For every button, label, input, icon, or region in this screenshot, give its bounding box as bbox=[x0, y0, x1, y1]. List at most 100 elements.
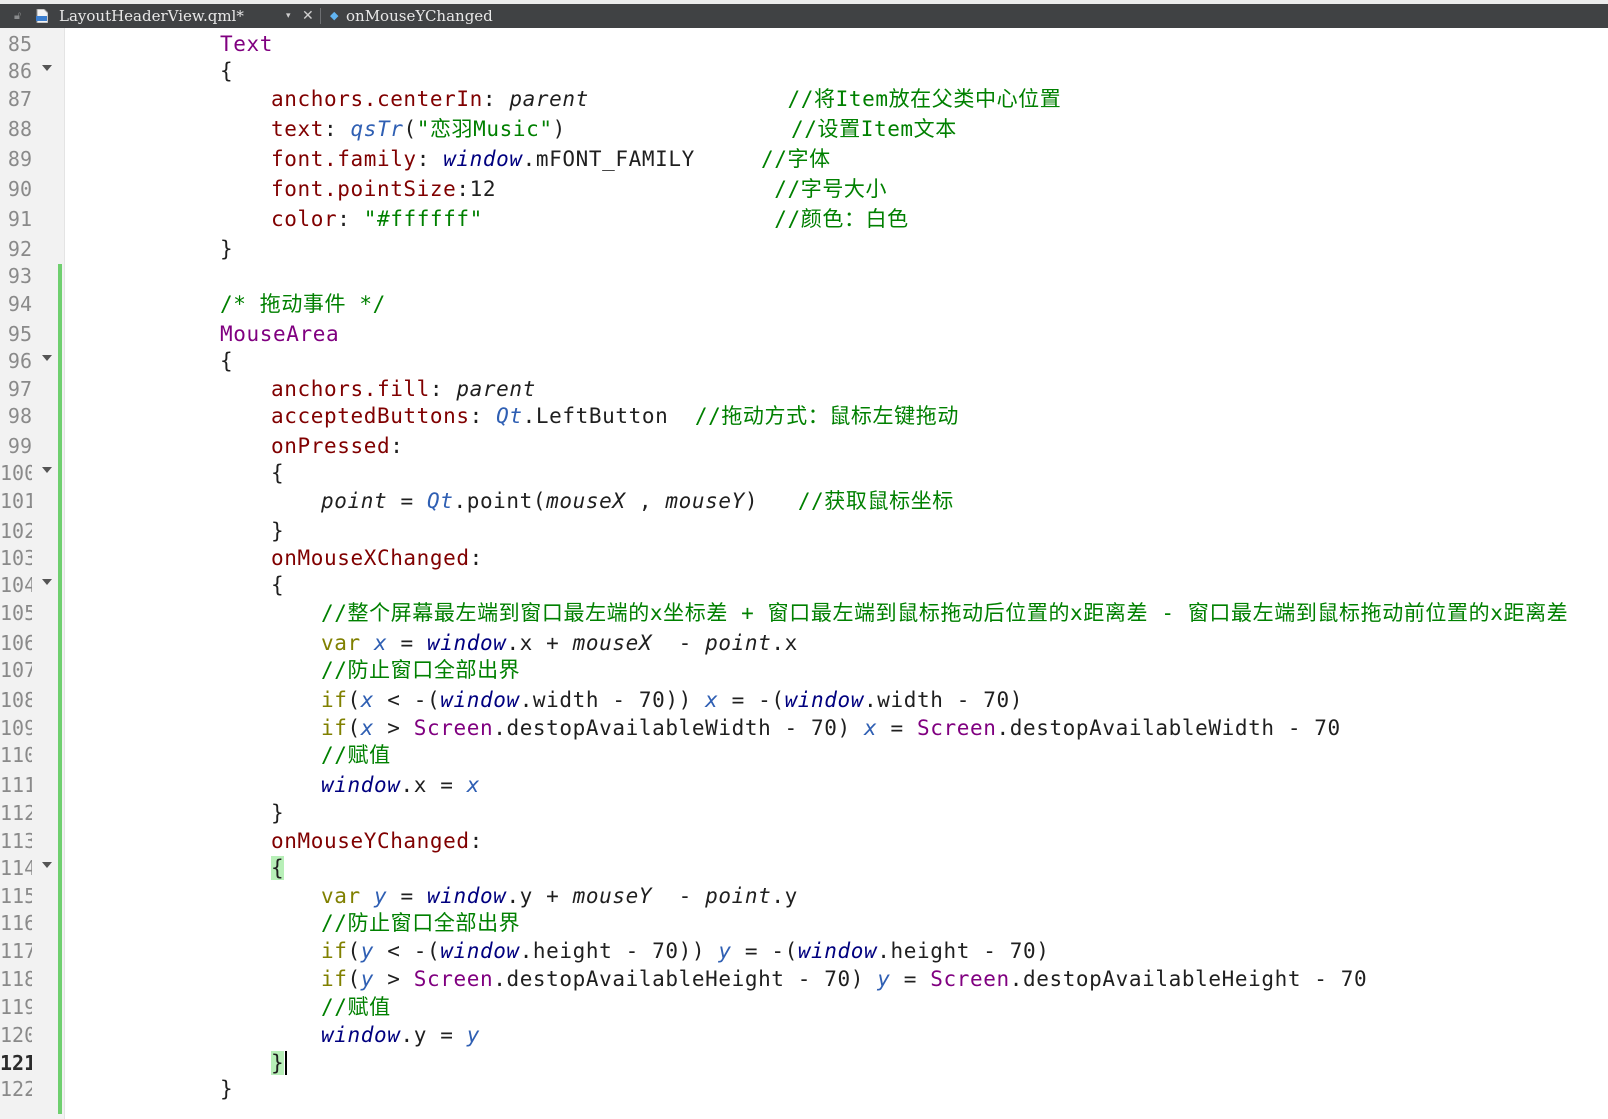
code-token: x bbox=[360, 688, 374, 712]
fold-arrow-icon[interactable] bbox=[42, 862, 52, 868]
line-number: 86 bbox=[7, 59, 32, 83]
code-token: window bbox=[784, 688, 865, 712]
code-line[interactable]: 113 onMouseYChanged: bbox=[0, 827, 1608, 855]
code-line[interactable]: 88 text: qsTr("恋羽Music") //设置Item文本 bbox=[0, 115, 1608, 143]
code-line[interactable]: 116 //防止窗口全部出界 bbox=[0, 909, 1608, 937]
code-text: anchors.centerIn: parent //将Item放在父类中心位置 bbox=[271, 86, 1061, 112]
code-line[interactable]: 114 { bbox=[0, 854, 1608, 882]
lock-icon[interactable]: 🔓︎ bbox=[14, 4, 26, 28]
code-line[interactable]: 102} bbox=[0, 517, 1608, 545]
code-line[interactable]: 108 if(x < -(window.width - 70)) x = -(wi… bbox=[0, 686, 1608, 714]
code-token: , bbox=[625, 489, 666, 513]
code-line[interactable]: 86 { bbox=[0, 57, 1608, 85]
code-token: parent bbox=[456, 377, 536, 401]
code-token: anchors.fill bbox=[271, 377, 430, 401]
code-token: x bbox=[864, 716, 878, 740]
code-line[interactable]: 87 anchors.centerIn: parent //将Item放在父类中心… bbox=[0, 85, 1608, 113]
code-line[interactable]: 94 /* 拖动事件 */ bbox=[0, 290, 1608, 318]
code-text: text: qsTr("恋羽Music") //设置Item文本 bbox=[271, 116, 957, 142]
code-line[interactable]: 96 { bbox=[0, 347, 1608, 375]
code-line[interactable]: 95 MouseArea bbox=[0, 320, 1608, 348]
code-line[interactable]: 93 bbox=[0, 262, 1608, 290]
line-number: 95 bbox=[7, 322, 32, 346]
code-token: Qt bbox=[496, 404, 523, 428]
open-file-name[interactable]: LayoutHeaderView.qml* bbox=[59, 4, 244, 28]
code-line[interactable]: 85 Text bbox=[0, 30, 1608, 58]
code-line[interactable]: 122} bbox=[0, 1075, 1608, 1103]
code-line[interactable]: 99 onPressed: bbox=[0, 432, 1608, 460]
code-line[interactable]: 101 point = Qt.point(mouseX , mouseY) //获… bbox=[0, 487, 1608, 515]
line-number: 120 bbox=[0, 1023, 32, 1047]
code-text: } bbox=[271, 800, 284, 826]
code-line[interactable]: 118 if(y > Screen.destopAvailableHeight -… bbox=[0, 965, 1608, 993]
code-token: MouseArea bbox=[220, 322, 340, 346]
code-editor[interactable]: 85 Text 86 {87 anchors.centerIn: parent //将I… bbox=[0, 28, 1608, 1119]
code-token: x bbox=[705, 688, 719, 712]
chevron-down-icon[interactable]: ▾ bbox=[286, 4, 291, 28]
code-line[interactable]: 115 var y = window.y + mouseY - point.y bbox=[0, 882, 1608, 910]
code-token: "恋羽Music" bbox=[416, 117, 553, 141]
code-token: //字体 bbox=[761, 147, 831, 171]
code-line[interactable]: 100 { bbox=[0, 459, 1608, 487]
fold-arrow-icon[interactable] bbox=[42, 65, 52, 71]
code-token: Screen bbox=[930, 967, 1010, 991]
code-token: Screen bbox=[917, 716, 997, 740]
line-number: 111 bbox=[0, 773, 32, 797]
code-token: { bbox=[271, 856, 285, 880]
code-line[interactable]: 105 //整个屏幕最左端到窗口最左端的x坐标差 + 窗口最左端到鼠标拖动后位置的… bbox=[0, 599, 1608, 627]
line-number: 87 bbox=[7, 87, 32, 111]
code-token: : bbox=[469, 404, 497, 428]
line-number: 85 bbox=[7, 32, 32, 56]
code-line[interactable]: 103 onMouseXChanged: bbox=[0, 544, 1608, 572]
code-line[interactable]: 97 anchors.fill: parent bbox=[0, 375, 1608, 403]
code-token: //防止窗口全部出界 bbox=[321, 911, 521, 935]
line-number: 106 bbox=[0, 631, 32, 655]
line-number: 122 bbox=[0, 1077, 32, 1101]
code-token: .x + bbox=[506, 631, 573, 655]
code-line[interactable]: 110 //赋值 bbox=[0, 741, 1608, 769]
code-line[interactable]: 107 //防止窗口全部出界 bbox=[0, 656, 1608, 684]
code-line[interactable]: 89 font.family: window.mFONT_FAMILY //字体 bbox=[0, 145, 1608, 173]
code-token: : bbox=[482, 87, 510, 111]
code-line[interactable]: 104 { bbox=[0, 571, 1608, 599]
code-token: onMouseYChanged bbox=[271, 829, 470, 853]
code-line[interactable]: 91 color: "#ffffff" //颜色：白色 bbox=[0, 205, 1608, 233]
code-line[interactable]: 117 if(y < -(window.height - 70)) y = -(w… bbox=[0, 937, 1608, 965]
code-token: window bbox=[321, 773, 401, 797]
code-token: point bbox=[705, 884, 772, 908]
text-cursor bbox=[285, 1051, 288, 1075]
current-symbol[interactable]: onMouseYChanged bbox=[346, 4, 493, 28]
code-text: point = Qt.point(mouseX , mouseY) //获取鼠标… bbox=[321, 488, 954, 514]
code-text: Text bbox=[220, 31, 273, 57]
code-line[interactable]: 120 window.y = y bbox=[0, 1021, 1608, 1049]
code-token: - bbox=[652, 884, 706, 908]
fold-arrow-icon[interactable] bbox=[42, 355, 52, 361]
fold-arrow-icon[interactable] bbox=[42, 579, 52, 585]
code-token: : bbox=[429, 377, 457, 401]
code-text: { bbox=[271, 572, 284, 598]
close-icon[interactable]: ✕ bbox=[302, 4, 314, 28]
code-line[interactable]: 109 if(x > Screen.destopAvailableWidth - … bbox=[0, 714, 1608, 742]
code-line[interactable]: 119 //赋值 bbox=[0, 993, 1608, 1021]
code-line[interactable]: 106 var x = window.x + mouseX - point.x bbox=[0, 629, 1608, 657]
code-token: Screen bbox=[413, 716, 494, 740]
code-token: .destopAvailableHeight - 70 bbox=[1009, 967, 1368, 991]
code-text: onMouseYChanged: bbox=[271, 828, 483, 854]
code-token: = bbox=[387, 631, 427, 655]
code-token: .height - 70) bbox=[877, 939, 1050, 963]
code-token: qsTr bbox=[350, 117, 404, 141]
code-line[interactable]: 98 acceptedButtons: Qt.LeftButton //拖动方式：… bbox=[0, 402, 1608, 430]
code-token: ( bbox=[403, 117, 417, 141]
code-line[interactable]: 90 font.pointSize:12 //字号大小 bbox=[0, 175, 1608, 203]
code-token: window bbox=[443, 147, 523, 171]
code-line[interactable]: 92} bbox=[0, 235, 1608, 263]
line-number: 107 bbox=[0, 658, 32, 682]
code-line[interactable]: 121} bbox=[0, 1049, 1608, 1077]
code-line[interactable]: 111 window.x = x bbox=[0, 771, 1608, 799]
code-text: onMouseXChanged: bbox=[271, 545, 483, 571]
code-line[interactable]: 112} bbox=[0, 799, 1608, 827]
fold-arrow-icon[interactable] bbox=[42, 467, 52, 473]
line-number: 112 bbox=[0, 801, 32, 825]
